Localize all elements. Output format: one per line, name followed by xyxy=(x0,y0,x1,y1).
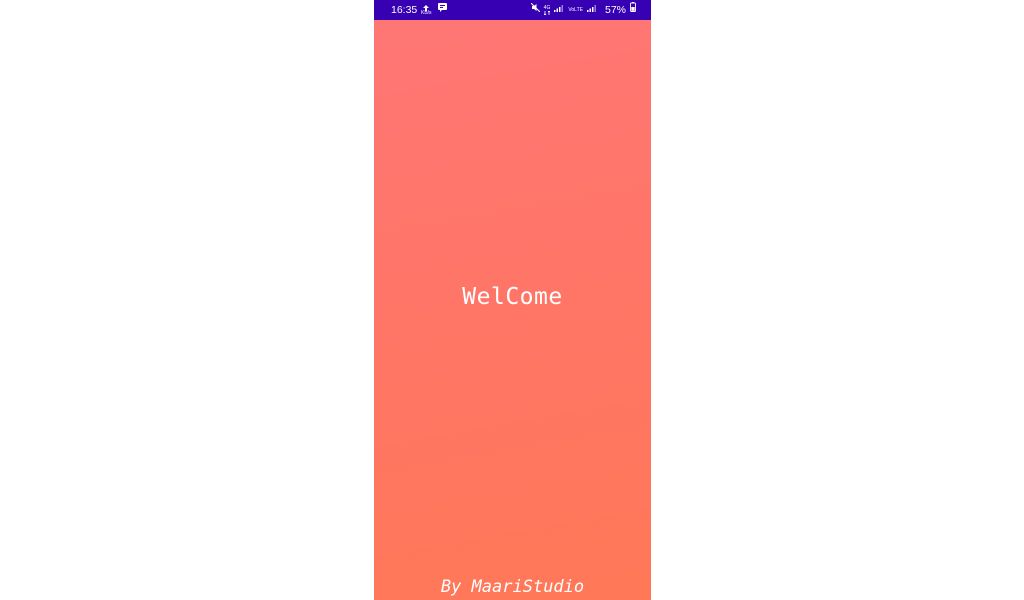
status-time: 16:35 xyxy=(391,4,418,16)
status-left-icons: KB/s xyxy=(421,3,447,16)
battery-icon xyxy=(630,0,636,20)
welcome-title: WelCome xyxy=(462,284,563,310)
network-type-icon: 4G xyxy=(544,5,550,15)
mute-icon xyxy=(530,0,541,20)
data-speed-label: KB/s xyxy=(421,9,432,16)
data-speed-icon: KB/s xyxy=(421,4,432,16)
signal-icon xyxy=(586,0,597,20)
status-right-icons: 4G VoLTE 57% xyxy=(530,0,636,20)
credit-text: By MaariStudio xyxy=(440,577,585,597)
status-bar: 16:35 KB/s 4G VoLTE 57% xyxy=(374,0,651,20)
battery-percentage: 57% xyxy=(604,4,626,16)
volte-label: VoLTE xyxy=(568,6,583,13)
volte-icon: VoLTE xyxy=(568,6,583,13)
message-icon xyxy=(437,0,447,20)
signal-icon xyxy=(554,0,564,20)
splash-screen: 16:35 KB/s 4G VoLTE 57% WelCome By Maari… xyxy=(374,0,651,600)
